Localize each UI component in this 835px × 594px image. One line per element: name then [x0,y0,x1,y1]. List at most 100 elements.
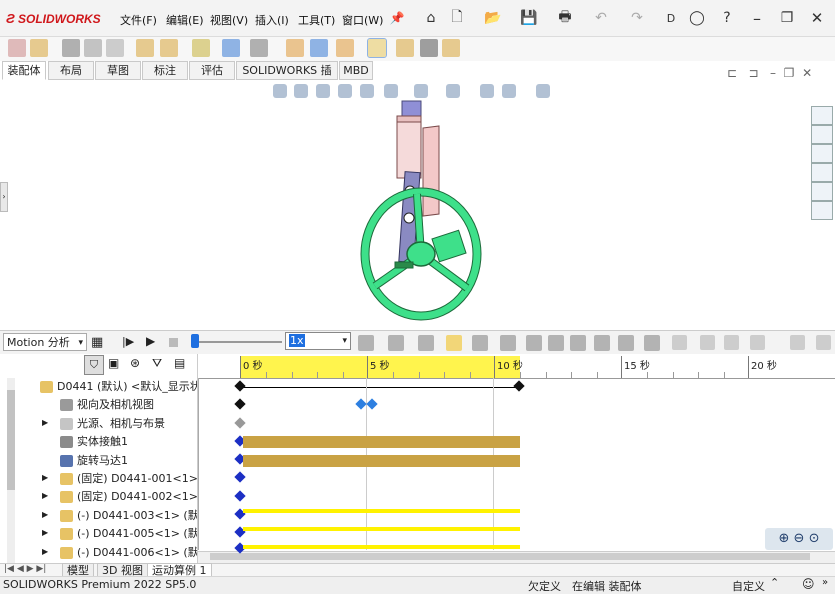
panel-expand-handle[interactable]: › [0,182,8,212]
menu-window[interactable]: 窗口(W) [342,12,383,28]
tab-evaluate[interactable]: 评估 [189,61,235,80]
playback-slider[interactable] [192,341,282,343]
results-plots-icon[interactable] [570,335,586,351]
collapse-panel-icon[interactable] [816,335,831,350]
update-speedpak-icon[interactable] [396,39,414,57]
menu-insert[interactable]: 插入(I) [255,12,289,28]
dynamic-annotation-icon[interactable] [360,84,374,98]
zoom-to-area-icon[interactable] [294,84,308,98]
new-document-icon[interactable]: 🗋 [448,9,466,27]
expand-arrow-icon[interactable]: ▶ [42,528,48,537]
damper-icon[interactable] [472,335,488,351]
component-preview-icon[interactable] [84,39,102,57]
simulation-icon[interactable] [618,335,634,351]
exploded-view-icon[interactable] [336,39,354,57]
assembly-features-icon[interactable] [222,39,240,57]
zoom-to-fit-icon[interactable] [273,84,287,98]
insert-components-icon[interactable] [30,39,48,57]
task-pane-file-explorer-icon[interactable] [811,144,833,163]
hide-show-items-icon[interactable] [446,84,460,98]
tree-item[interactable]: 实体接触1 [77,433,197,451]
section-view-icon[interactable] [338,84,352,98]
undo-icon[interactable]: ↶ [592,9,610,27]
open-folder-icon[interactable]: 📂 [484,9,502,27]
task-pane-custom-properties-icon[interactable] [811,201,833,220]
menu-view[interactable]: 视图(V) [210,12,248,28]
timeline-scrollbar-thumb[interactable] [210,553,810,560]
collapse-motion-icon[interactable] [644,335,660,351]
export-icon[interactable] [700,335,715,350]
task-pane-view-palette-icon[interactable] [811,163,833,182]
pin-icon[interactable]: 📌 [388,9,406,27]
edit-component-icon[interactable] [8,39,26,57]
expand-arrow-icon[interactable]: ▶ [42,418,48,427]
chevron-up-icon[interactable]: ⌃ [770,576,779,589]
zoom-fit-icon[interactable]: ⊙ [809,531,820,546]
mate-icon[interactable] [62,39,80,57]
mechanism-model[interactable] [355,96,495,328]
filter-results-icon[interactable]: ▤ [174,356,185,370]
tab-layout[interactable]: 布局 [48,61,94,80]
calculate-icon[interactable]: ▦ [91,335,103,350]
redo-icon[interactable]: ↷ [628,9,646,27]
contact-icon[interactable] [526,335,542,351]
restore-doc-icon[interactable]: ❐ [784,66,795,80]
tab-assembly[interactable]: 装配体 [2,61,46,80]
restore-window-icon[interactable]: ❐ [778,9,796,27]
linear-pattern-icon[interactable] [106,39,124,57]
expand-arrow-icon[interactable]: ▶ [42,510,48,519]
tree-item[interactable]: (-) D0441-003<1> (默认) [77,507,197,525]
filter-driving-icon[interactable]: ⊛ [130,356,140,370]
tree-item[interactable]: (固定) D0441-001<1> (默 [77,470,197,488]
add-update-key-icon[interactable] [388,335,404,351]
task-pane-appearances-icon[interactable] [811,182,833,201]
tab-solidworks-addins[interactable]: SOLIDWORKS 插件 [236,61,338,94]
playback-speed-select[interactable]: 1x ▾ [285,332,351,350]
tab-annotation[interactable]: 标注 [142,61,188,80]
minimize-doc-icon[interactable]: – [770,66,776,80]
filter-icon[interactable]: ⛉ [84,355,104,375]
home-icon[interactable]: ⌂ [422,9,440,27]
panel-view-icon[interactable] [790,335,805,350]
tree-item[interactable]: D0441 (默认) <默认_显示状态 [57,378,197,396]
new-motion-study-icon[interactable] [286,39,304,57]
tab-scroll-arrows[interactable]: |◀ ◀ ▶ ▶| [4,564,46,574]
print-icon[interactable]: 🖶 [556,9,574,27]
rebuild-icon[interactable]: D [662,9,680,27]
filter-selected-icon[interactable]: ⛛ [152,356,162,371]
autokey-icon[interactable] [358,335,374,351]
solidworks-logo[interactable]: Ƨ SOLIDWORKS [6,11,101,26]
force-icon[interactable] [500,335,516,351]
expand-arrow-icon[interactable]: ▶ [42,547,48,556]
motor-timeline-bar[interactable] [243,455,520,467]
menu-tools[interactable]: 工具(T) [298,12,335,28]
unit-system-status[interactable]: 自定义 [732,578,765,594]
bill-of-materials-icon[interactable] [310,39,328,57]
display-style-icon[interactable] [414,84,428,98]
edit-appearance-icon[interactable] [480,84,494,98]
tree-scrollbar-thumb[interactable] [7,390,15,490]
close-doc-icon[interactable]: ✕ [802,66,812,80]
instant3d-icon[interactable] [367,38,387,58]
motor-icon[interactable] [418,335,434,351]
tab-mbd[interactable]: MBD [339,61,373,80]
spring-icon[interactable] [446,335,462,351]
play-icon[interactable]: ▶ [146,334,155,348]
smart-fasteners-icon[interactable] [136,39,154,57]
contact-timeline-bar[interactable] [243,436,520,448]
settings-gear-icon[interactable] [672,335,687,350]
show-hidden-icon[interactable] [192,39,210,57]
gravity-icon[interactable] [548,335,564,351]
import-icon[interactable] [724,335,739,350]
component-timeline-bar[interactable] [243,527,520,531]
close-window-icon[interactable]: ✕ [808,9,826,27]
zoom-out-icon[interactable]: ⊖ [794,531,805,546]
previous-view-icon[interactable] [316,84,330,98]
menu-edit[interactable]: 编辑(E) [166,12,204,28]
component-timeline-bar[interactable] [243,509,520,513]
tree-item[interactable]: (-) D0441-006<1> (默认) [77,544,197,562]
zoom-in-icon[interactable]: ⊕ [779,531,790,546]
layout-icon[interactable] [750,335,765,350]
task-pane-design-library-icon[interactable] [811,125,833,144]
large-assembly-icon[interactable] [442,39,460,57]
